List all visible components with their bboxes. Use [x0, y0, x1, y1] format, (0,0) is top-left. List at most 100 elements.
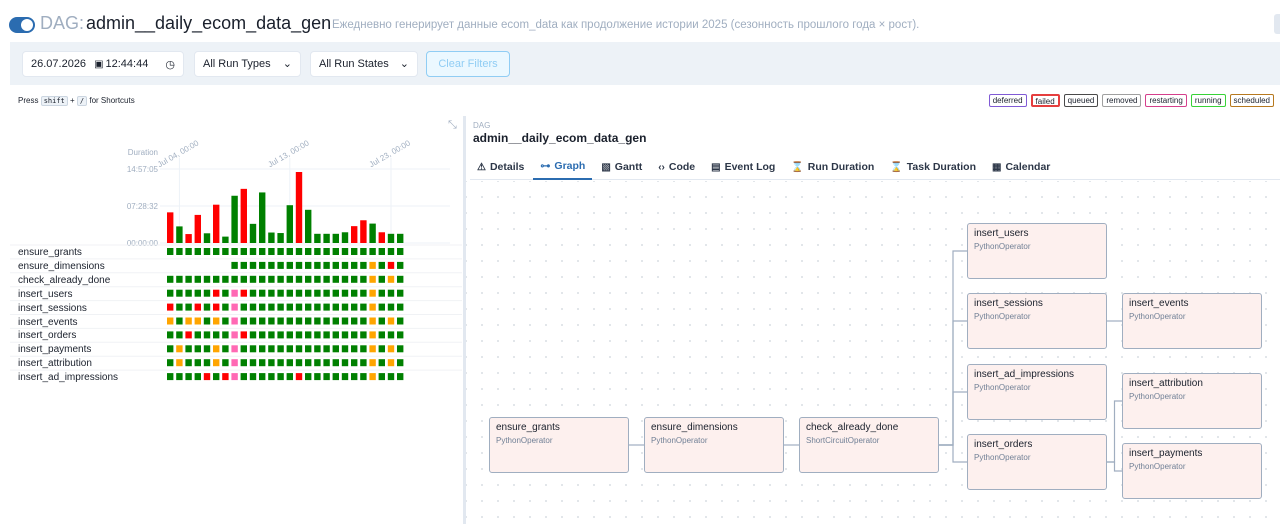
task-instance-cell[interactable]: [249, 275, 257, 283]
task-instance-cell[interactable]: [397, 373, 404, 381]
task-instance-cell[interactable]: [194, 359, 201, 367]
task-instance-cell[interactable]: [277, 248, 284, 255]
task-instance-cell[interactable]: [314, 331, 321, 339]
task-instance-cell[interactable]: [203, 248, 211, 255]
task-instance-cell[interactable]: [203, 303, 211, 311]
task-instance-cell[interactable]: [332, 289, 339, 297]
task-instance-cell[interactable]: [222, 248, 229, 255]
task-instance-cell[interactable]: [397, 359, 404, 367]
task-instance-cell[interactable]: [268, 373, 275, 381]
task-instance-cell[interactable]: [351, 275, 358, 283]
task-instance-cell[interactable]: [185, 359, 192, 367]
task-instance-cell[interactable]: [286, 289, 293, 297]
task-instance-cell[interactable]: [231, 317, 238, 325]
task-instance-cell[interactable]: [249, 303, 257, 311]
legend-scheduled[interactable]: scheduled: [1229, 94, 1274, 107]
tab-graph[interactable]: ⊶ Graph: [533, 154, 593, 180]
task-instance-cell[interactable]: [203, 317, 211, 325]
task-instance-cell[interactable]: [378, 373, 385, 381]
task-instance-cell[interactable]: [369, 359, 376, 367]
task-instance-cell[interactable]: [213, 289, 220, 297]
task-instance-cell[interactable]: [295, 345, 303, 353]
duration-bar[interactable]: [295, 172, 303, 243]
task-instance-cell[interactable]: [387, 373, 395, 381]
task-instance-cell[interactable]: [341, 248, 349, 255]
task-instance-cell[interactable]: [167, 317, 174, 325]
task-instance-cell[interactable]: [176, 373, 183, 381]
task-instance-cell[interactable]: [323, 317, 330, 325]
task-instance-cell[interactable]: [277, 261, 284, 269]
graph-node-insert_payments[interactable]: insert_payments PythonOperator: [1122, 443, 1262, 499]
task-instance-cell[interactable]: [387, 261, 395, 269]
duration-bar[interactable]: [194, 214, 201, 243]
duration-bar[interactable]: [203, 233, 211, 243]
task-instance-cell[interactable]: [213, 345, 220, 353]
task-instance-cell[interactable]: [286, 317, 293, 325]
task-instance-cell[interactable]: [314, 359, 321, 367]
task-instance-cell[interactable]: [295, 261, 303, 269]
duration-bar[interactable]: [387, 233, 395, 243]
task-instance-cell[interactable]: [277, 331, 284, 339]
task-instance-cell[interactable]: [351, 345, 358, 353]
task-instance-cell[interactable]: [240, 248, 247, 255]
task-instance-cell[interactable]: [240, 373, 247, 381]
task-instance-cell[interactable]: [222, 275, 229, 283]
clock-icon[interactable]: ◷: [165, 58, 175, 71]
tab-details[interactable]: ⚠ Details: [470, 154, 531, 180]
task-instance-cell[interactable]: [378, 289, 385, 297]
task-instance-cell[interactable]: [231, 331, 238, 339]
task-instance-cell[interactable]: [286, 248, 293, 255]
task-instance-cell[interactable]: [369, 248, 376, 255]
task-instance-cell[interactable]: [369, 345, 376, 353]
task-instance-cell[interactable]: [295, 373, 303, 381]
legend-removed[interactable]: removed: [1102, 94, 1142, 107]
task-instance-cell[interactable]: [194, 331, 201, 339]
duration-bar[interactable]: [259, 192, 266, 243]
task-instance-cell[interactable]: [397, 331, 404, 339]
task-instance-cell[interactable]: [360, 248, 367, 255]
task-instance-cell[interactable]: [277, 317, 284, 325]
task-instance-cell[interactable]: [277, 289, 284, 297]
graph-node-ensure_grants[interactable]: ensure_grants PythonOperator: [489, 417, 629, 473]
task-instance-cell[interactable]: [268, 275, 275, 283]
task-instance-cell[interactable]: [305, 289, 312, 297]
task-instance-cell[interactable]: [176, 331, 183, 339]
task-instance-cell[interactable]: [185, 345, 192, 353]
task-instance-cell[interactable]: [185, 331, 192, 339]
task-instance-cell[interactable]: [176, 289, 183, 297]
duration-bar[interactable]: [249, 223, 257, 243]
task-instance-cell[interactable]: [249, 248, 257, 255]
legend-deferred[interactable]: deferred: [988, 94, 1027, 107]
task-instance-cell[interactable]: [341, 373, 349, 381]
task-instance-cell[interactable]: [194, 373, 201, 381]
task-instance-cell[interactable]: [332, 359, 339, 367]
task-instance-cell[interactable]: [369, 317, 376, 325]
graph-node-ensure_dimensions[interactable]: ensure_dimensions PythonOperator: [644, 417, 784, 473]
graph-node-check_already_done[interactable]: check_already_done ShortCircuitOperator: [799, 417, 939, 473]
task-instance-cell[interactable]: [167, 345, 174, 353]
task-instance-cell[interactable]: [305, 261, 312, 269]
task-instance-cell[interactable]: [277, 373, 284, 381]
task-instance-cell[interactable]: [176, 359, 183, 367]
graph-node-insert_orders[interactable]: insert_orders PythonOperator: [967, 434, 1107, 490]
task-instance-cell[interactable]: [378, 248, 385, 255]
task-instance-cell[interactable]: [231, 289, 238, 297]
task-instance-cell[interactable]: [360, 373, 367, 381]
task-instance-cell[interactable]: [259, 359, 266, 367]
duration-bar[interactable]: [277, 233, 284, 243]
duration-bar[interactable]: [351, 226, 358, 243]
dag-graph[interactable]: ensure_grants PythonOperator ensure_dimens…: [466, 181, 1280, 524]
task-instance-cell[interactable]: [213, 275, 220, 283]
task-instance-cell[interactable]: [369, 289, 376, 297]
task-instance-cell[interactable]: [286, 303, 293, 311]
task-instance-cell[interactable]: [305, 248, 312, 255]
task-instance-cell[interactable]: [305, 303, 312, 311]
task-instance-cell[interactable]: [249, 317, 257, 325]
task-instance-cell[interactable]: [323, 373, 330, 381]
graph-node-insert_users[interactable]: insert_users PythonOperator: [967, 223, 1107, 279]
task-instance-cell[interactable]: [305, 359, 312, 367]
graph-node-insert_ad_impressions[interactable]: insert_ad_impressions PythonOperator: [967, 364, 1107, 420]
task-instance-cell[interactable]: [314, 317, 321, 325]
task-instance-cell[interactable]: [231, 248, 238, 255]
task-instance-cell[interactable]: [332, 261, 339, 269]
